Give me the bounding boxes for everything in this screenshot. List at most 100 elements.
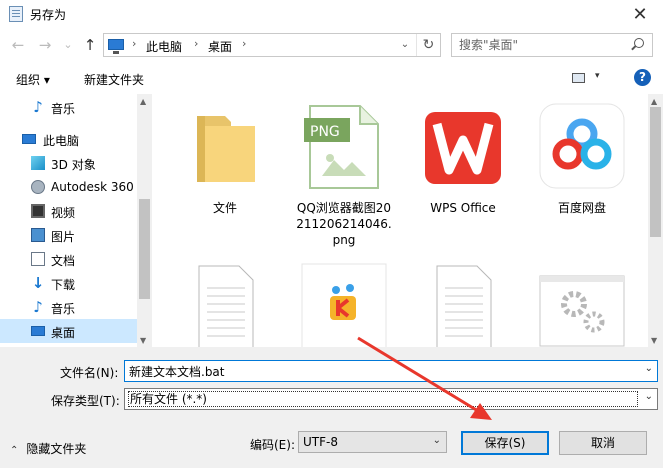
filetype-select[interactable]: 所有文件 (*.*) ⌄ bbox=[124, 388, 658, 410]
scroll-up-icon[interactable]: ▲ bbox=[140, 97, 146, 106]
file-item-kuwo[interactable] bbox=[294, 254, 394, 347]
png-badge: PNG bbox=[310, 124, 340, 140]
sidebar-item-label: 音乐 bbox=[51, 102, 76, 116]
filetype-label: 保存类型(T): bbox=[51, 394, 120, 408]
sidebar-item-label: 此电脑 bbox=[43, 134, 80, 148]
scrollbar-thumb[interactable] bbox=[139, 199, 150, 299]
scrollbar-thumb[interactable] bbox=[650, 107, 661, 237]
address-dropdown-icon[interactable]: ⌄ bbox=[396, 36, 414, 54]
recent-locations-button[interactable]: ⌄ bbox=[60, 36, 76, 54]
file-item-png[interactable]: PNG QQ浏览器截图20211206214046.png bbox=[294, 94, 394, 250]
back-button[interactable]: ← bbox=[10, 36, 26, 54]
kuwo-music-icon bbox=[301, 263, 387, 347]
encoding-select[interactable]: UTF-8 ⌄ bbox=[298, 431, 447, 453]
title-bar: 另存为 ✕ bbox=[0, 0, 663, 28]
file-item-folder[interactable]: 文件 bbox=[175, 94, 275, 250]
save-form: 文件名(N): ⌄ 保存类型(T): 所有文件 (*.*) ⌄ ⌃ 隐藏文件夹 编… bbox=[0, 347, 663, 468]
save-button[interactable]: 保存(S) bbox=[461, 431, 549, 455]
download-icon: ↓ bbox=[31, 274, 45, 292]
document-icon bbox=[31, 252, 45, 266]
sidebar-item-videos[interactable]: 视频 bbox=[0, 199, 137, 223]
music-icon: ♪ bbox=[33, 98, 43, 116]
search-box[interactable] bbox=[451, 33, 653, 57]
organize-menu[interactable]: 组织 ▾ bbox=[16, 71, 50, 88]
sidebar-item-3d-objects[interactable]: 3D 对象 bbox=[0, 151, 137, 175]
filetype-dropdown-icon[interactable]: ⌄ bbox=[645, 391, 653, 402]
file-item-text[interactable] bbox=[413, 254, 513, 347]
breadcrumb-chevron-icon[interactable]: › bbox=[132, 37, 136, 50]
close-button[interactable]: ✕ bbox=[617, 0, 663, 28]
sidebar-item-label: Autodesk 360 bbox=[51, 180, 134, 194]
filename-dropdown-icon[interactable]: ⌄ bbox=[645, 363, 653, 374]
scroll-down-icon[interactable]: ▼ bbox=[140, 336, 146, 345]
sidebar-item-label: 桌面 bbox=[51, 326, 76, 340]
sidebar-item-label: 3D 对象 bbox=[51, 158, 96, 172]
scroll-down-icon[interactable]: ▼ bbox=[651, 336, 657, 345]
sidebar-item-label: 视频 bbox=[51, 206, 76, 220]
file-name: QQ浏览器截图20211206214046.png bbox=[296, 201, 392, 247]
sidebar-item-label: 图片 bbox=[51, 230, 76, 244]
sidebar-item-music[interactable]: ♪ 音乐 bbox=[0, 95, 137, 119]
sidebar-item-this-pc[interactable]: 此电脑 bbox=[0, 127, 137, 151]
sidebar-item-label: 音乐 bbox=[51, 302, 76, 316]
file-item-wps[interactable]: WPS Office bbox=[413, 94, 513, 250]
sidebar-item-downloads[interactable]: ↓ 下载 bbox=[0, 271, 137, 295]
pc-icon bbox=[108, 39, 124, 54]
sidebar-item-desktop[interactable]: 桌面 bbox=[0, 319, 137, 343]
filename-field[interactable]: ⌄ bbox=[124, 360, 658, 382]
encoding-label: 编码(E): bbox=[250, 438, 295, 452]
text-file-icon bbox=[436, 265, 492, 347]
search-icon[interactable] bbox=[634, 38, 644, 48]
view-dropdown-icon[interactable]: ▾ bbox=[595, 71, 600, 81]
notepad-icon bbox=[9, 6, 23, 22]
music-icon: ♪ bbox=[33, 298, 43, 316]
filename-label: 文件名(N): bbox=[60, 366, 119, 380]
sidebar-item-music[interactable]: ♪ 音乐 bbox=[0, 295, 137, 319]
png-file-icon bbox=[304, 105, 379, 189]
help-icon[interactable]: ? bbox=[634, 69, 651, 86]
navigation-pane: ♪ 音乐 此电脑 3D 对象 Autodesk 360 视频 图片 文档 ↓ 下… bbox=[0, 94, 152, 347]
file-list-scrollbar[interactable]: ▲ ▼ bbox=[648, 94, 663, 347]
chevron-up-icon: ⌃ bbox=[10, 445, 19, 456]
file-item-text[interactable] bbox=[175, 254, 275, 347]
picture-icon bbox=[31, 228, 45, 242]
desktop-icon bbox=[31, 326, 45, 336]
file-item-baidu[interactable]: 百度网盘 bbox=[532, 94, 632, 250]
address-bar[interactable]: › 此电脑 › 桌面 › ⌄ ↻ bbox=[103, 33, 441, 57]
file-name: WPS Office bbox=[430, 201, 496, 215]
file-name: 百度网盘 bbox=[557, 201, 606, 215]
pc-icon bbox=[22, 134, 36, 144]
view-icon[interactable] bbox=[572, 73, 585, 83]
wps-office-icon bbox=[425, 112, 501, 184]
encoding-value: UTF-8 bbox=[303, 435, 338, 449]
hide-folders-label: 隐藏文件夹 bbox=[26, 442, 87, 456]
breadcrumb-chevron-icon[interactable]: › bbox=[242, 37, 246, 50]
scroll-up-icon[interactable]: ▲ bbox=[651, 97, 657, 106]
sidebar-item-autodesk-360[interactable]: Autodesk 360 bbox=[0, 175, 137, 199]
cancel-button[interactable]: 取消 bbox=[559, 431, 647, 455]
search-input[interactable] bbox=[459, 37, 624, 53]
breadcrumb-desktop[interactable]: 桌面 bbox=[208, 38, 232, 55]
sidebar-item-pictures[interactable]: 图片 bbox=[0, 223, 137, 247]
command-toolbar: 组织 ▾ 新建文件夹 ▾ ? bbox=[0, 62, 663, 94]
sidebar-scrollbar[interactable]: ▲ ▼ bbox=[137, 94, 152, 347]
refresh-button[interactable]: ↻ bbox=[416, 34, 440, 56]
breadcrumb-this-pc[interactable]: 此电脑 bbox=[146, 38, 182, 55]
new-folder-button[interactable]: 新建文件夹 bbox=[84, 71, 144, 88]
forward-button[interactable]: → bbox=[37, 36, 53, 54]
file-item-config[interactable] bbox=[532, 254, 632, 347]
sidebar-item-label: 文档 bbox=[51, 254, 76, 268]
file-list: 文件 PNG QQ浏览器截图20211206214046.png WPS Off… bbox=[155, 94, 648, 347]
cube-icon bbox=[31, 156, 45, 170]
sidebar-item-documents[interactable]: 文档 bbox=[0, 247, 137, 271]
breadcrumb-chevron-icon[interactable]: › bbox=[194, 37, 198, 50]
filename-input[interactable] bbox=[129, 363, 629, 379]
up-button[interactable]: ↑ bbox=[82, 36, 98, 54]
file-name: 文件 bbox=[212, 201, 237, 215]
video-icon bbox=[31, 204, 45, 218]
folder-icon bbox=[197, 116, 255, 182]
navigation-bar: ← → ⌄ ↑ › 此电脑 › 桌面 › ⌄ ↻ bbox=[0, 28, 663, 62]
encoding-dropdown-icon[interactable]: ⌄ bbox=[433, 435, 441, 446]
disk-icon bbox=[31, 180, 45, 194]
hide-folders-toggle[interactable]: ⌃ 隐藏文件夹 bbox=[10, 440, 86, 457]
